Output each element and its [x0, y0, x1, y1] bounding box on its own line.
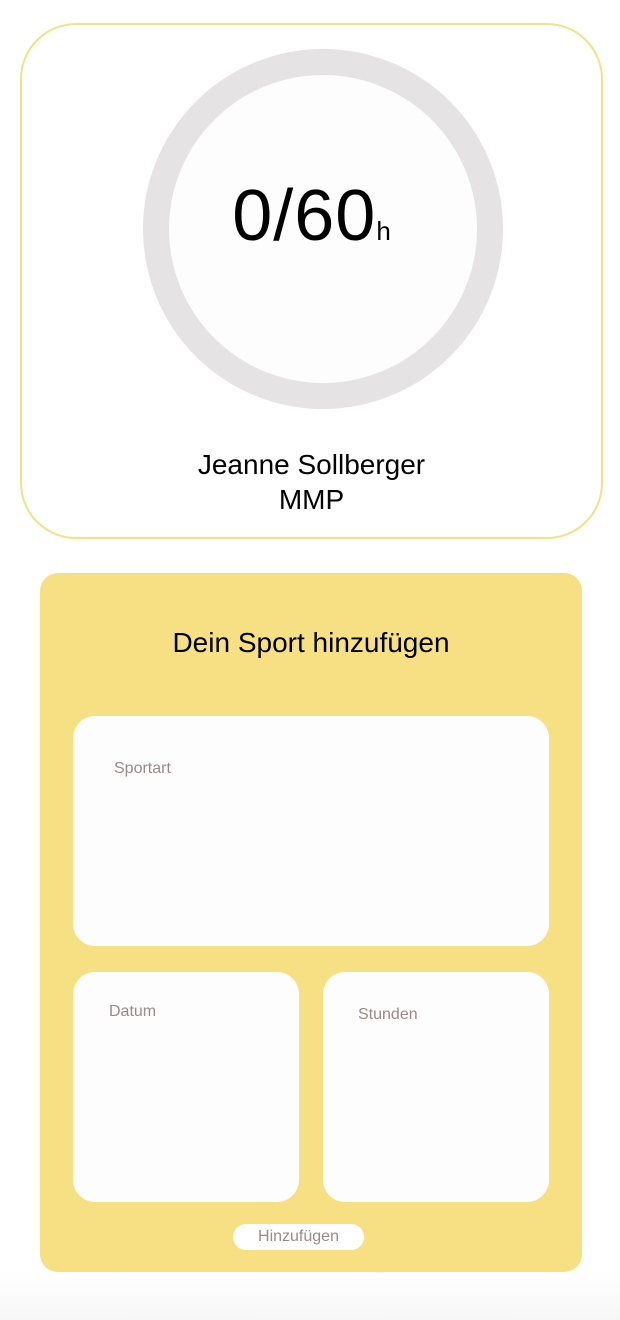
date-field[interactable]: Datum [73, 972, 299, 1202]
sport-type-field[interactable]: Sportart [73, 716, 549, 946]
sport-type-placeholder: Sportart [114, 760, 171, 777]
hours-placeholder: Stunden [358, 1006, 418, 1023]
add-button[interactable]: Hinzufügen [233, 1224, 364, 1250]
profile-card: 0/60h Jeanne Sollberger MMP [20, 23, 603, 539]
hours-separator: / [273, 176, 295, 256]
user-class: MMP [278, 484, 345, 515]
hours-unit: h [376, 216, 391, 246]
hours-goal: 60 [294, 176, 377, 256]
hours-field[interactable]: Stunden [323, 972, 549, 1202]
form-title: Dein Sport hinzufügen [172, 627, 450, 658]
date-placeholder: Datum [109, 1003, 157, 1020]
hours-counter: 0/60h [22, 180, 601, 252]
add-sport-form: Dein Sport hinzufügen Sportart Datum Stu… [40, 573, 582, 1272]
user-name: Jeanne Sollberger [197, 449, 426, 480]
hours-current: 0 [232, 176, 274, 256]
